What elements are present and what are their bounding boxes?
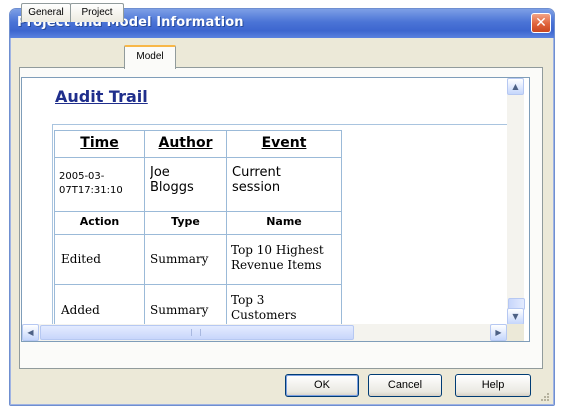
- cell-type-2: Summary: [150, 303, 209, 317]
- arrow-up-icon: ▲: [512, 82, 519, 91]
- cell-name-1: Top 10 Highest Revenue Items: [231, 243, 324, 272]
- horizontal-scroll-thumb[interactable]: [40, 325, 354, 340]
- column-header-time: Time: [80, 135, 119, 151]
- column-header-action: Action: [79, 215, 120, 228]
- column-header-name: Name: [266, 215, 302, 228]
- audit-table: Time Author Event 2005-03- 07T17:31:10 J…: [54, 130, 342, 336]
- grip-icon: [191, 329, 201, 336]
- report-viewer[interactable]: Audit Trail Time Author Event 2005-03- 0…: [21, 77, 530, 342]
- column-header-type: Type: [171, 215, 200, 228]
- cancel-button[interactable]: Cancel: [368, 374, 442, 397]
- resize-grip-icon[interactable]: [540, 392, 550, 402]
- arrow-down-icon: ▼: [512, 312, 519, 321]
- scroll-down-button[interactable]: ▼: [507, 308, 524, 325]
- scroll-right-button[interactable]: ▶: [490, 324, 507, 341]
- horizontal-scrollbar[interactable]: ◀ ▶: [22, 324, 507, 341]
- close-button[interactable]: ✕: [531, 13, 551, 33]
- scroll-corner: [507, 324, 524, 341]
- scroll-left-button[interactable]: ◀: [22, 324, 39, 341]
- cell-type-1: Summary: [150, 252, 209, 266]
- column-header-author: Author: [158, 135, 213, 151]
- close-icon: ✕: [535, 15, 547, 31]
- column-header-event: Event: [261, 135, 307, 151]
- tab-model[interactable]: Model: [124, 45, 176, 69]
- cell-time: 2005-03- 07T17:31:10: [59, 171, 123, 196]
- report-frame-top: [52, 124, 507, 125]
- cell-action-2: Added: [61, 303, 100, 317]
- help-button[interactable]: Help: [455, 374, 531, 397]
- report-title: Audit Trail: [55, 87, 148, 106]
- cell-action-1: Edited: [61, 252, 101, 266]
- scroll-up-button[interactable]: ▲: [507, 78, 524, 95]
- cell-name-2: Top 3 Customers: [231, 293, 297, 322]
- tab-project[interactable]: Project: [70, 3, 124, 22]
- vertical-scrollbar[interactable]: ▲ ▼: [507, 78, 525, 325]
- report-frame-left: [52, 124, 53, 334]
- arrow-left-icon: ◀: [27, 328, 34, 337]
- cell-author: Joe Bloggs: [150, 165, 194, 195]
- ok-button[interactable]: OK: [285, 374, 359, 397]
- cell-event: Current session: [232, 165, 281, 195]
- arrow-right-icon: ▶: [495, 328, 502, 337]
- tab-general[interactable]: General: [21, 3, 71, 22]
